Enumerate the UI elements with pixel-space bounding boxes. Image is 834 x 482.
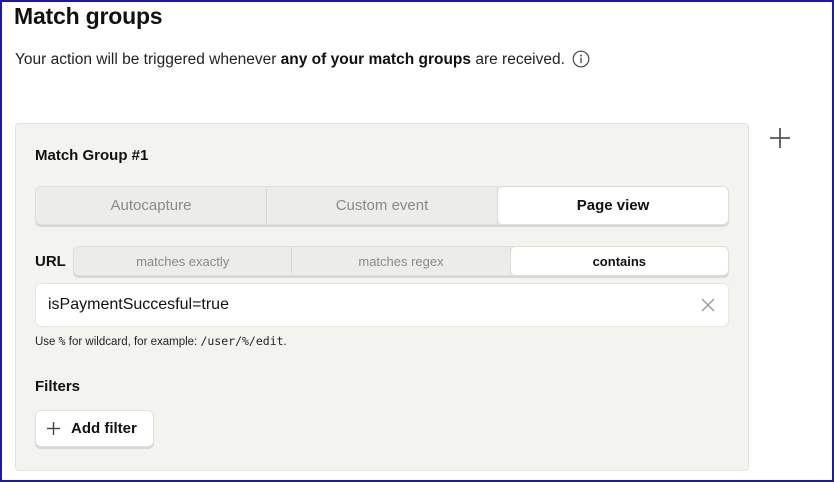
hint-example: /user/%/edit [200, 334, 284, 348]
page-title: Match groups [14, 3, 163, 29]
match-mode-regex[interactable]: matches regex [292, 247, 511, 275]
hint-middle: for wildcard, for example: [65, 336, 201, 348]
plus-icon [47, 422, 60, 435]
url-input[interactable]: isPaymentSuccesful=true [35, 283, 729, 327]
page-subtitle: Your action will be triggered whenever a… [15, 50, 590, 69]
event-type-autocapture[interactable]: Autocapture [36, 187, 267, 224]
subtitle-suffix: are received. [471, 51, 565, 68]
url-match-mode-selector: matches exactly matches regex contains [73, 246, 729, 276]
info-circle-icon[interactable] [572, 50, 590, 68]
match-mode-exactly[interactable]: matches exactly [74, 247, 293, 275]
hint-prefix: Use [35, 336, 59, 348]
hint-suffix: . [283, 336, 287, 348]
subtitle-emphasis: any of your match groups [280, 51, 472, 68]
close-icon[interactable] [700, 297, 716, 313]
add-match-group-button[interactable] [768, 126, 792, 150]
filters-title: Filters [35, 378, 81, 395]
match-mode-contains[interactable]: contains [510, 247, 728, 275]
url-label: URL [35, 253, 66, 270]
add-filter-label: Add filter [71, 420, 137, 437]
event-type-selector: Autocapture Custom event Page view [35, 186, 729, 225]
match-group-title: Match Group #1 [35, 147, 149, 164]
url-hint: Use % for wildcard, for example: /user/%… [35, 334, 287, 348]
event-type-page-view[interactable]: Page view [498, 187, 728, 224]
subtitle-prefix: Your action will be triggered whenever [15, 51, 281, 68]
plus-icon [770, 128, 790, 148]
add-filter-button[interactable]: Add filter [35, 410, 154, 447]
event-type-custom-event[interactable]: Custom event [267, 187, 498, 224]
url-input-value: isPaymentSuccesful=true [48, 296, 229, 313]
hint-wildcard: % [58, 334, 66, 348]
